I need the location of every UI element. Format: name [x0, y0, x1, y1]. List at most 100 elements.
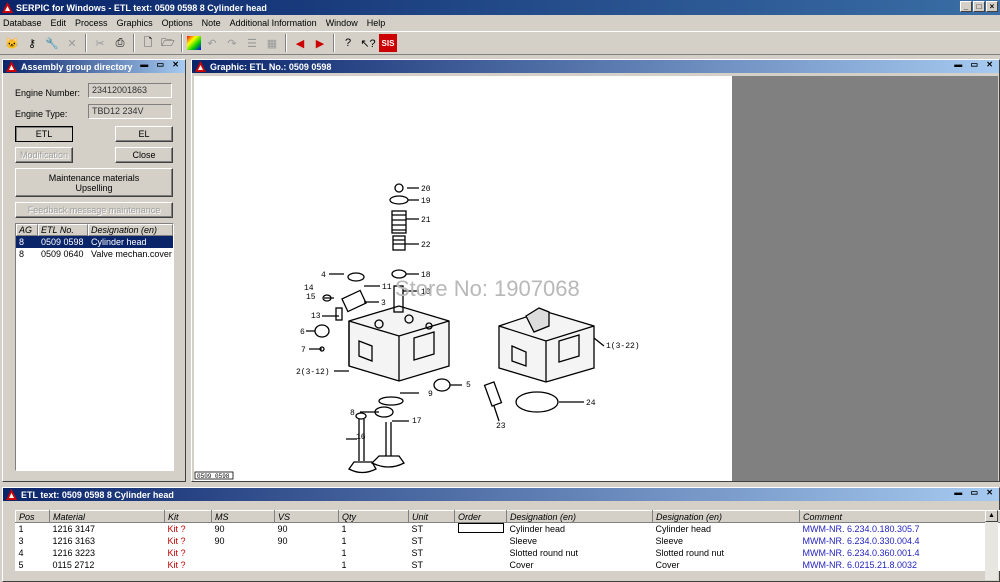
menu-process[interactable]: Process [75, 18, 108, 28]
th-designation-2[interactable]: Designation (en) [652, 510, 800, 523]
th-unit[interactable]: Unit [408, 510, 455, 523]
cell-kit[interactable]: Kit ? [165, 523, 212, 536]
callout-6[interactable]: 6 [300, 328, 305, 337]
arrow-right-icon[interactable]: ▶ [311, 34, 329, 52]
cell-vs: 90 [277, 536, 288, 546]
menu-additional-information[interactable]: Additional Information [230, 18, 317, 28]
printer-icon[interactable]: ⎙ [111, 34, 129, 52]
callout-14[interactable]: 14 [304, 284, 314, 293]
context-help-icon[interactable]: ↖? [359, 34, 377, 52]
th-ms[interactable]: MS [211, 510, 275, 523]
cell-order[interactable] [455, 523, 507, 536]
callout-9[interactable]: 9 [428, 390, 433, 399]
wrench-icon[interactable]: 🔧 [43, 34, 61, 52]
cell-order[interactable] [455, 559, 507, 571]
menu-help[interactable]: Help [367, 18, 386, 28]
callout-11[interactable]: 11 [382, 283, 392, 292]
list-item[interactable]: 8 0509 0640 Valve mechan.cover [16, 248, 173, 260]
close-panel-button[interactable]: Close [115, 147, 173, 163]
engine-type-field[interactable]: TBD12 234V [88, 104, 172, 119]
callout-8[interactable]: 8 [350, 409, 355, 418]
callout-23[interactable]: 23 [496, 422, 506, 431]
th-vs[interactable]: VS [274, 510, 339, 523]
th-designation-1[interactable]: Designation (en) [506, 510, 653, 523]
table-row[interactable]: 5 0115 2712 Kit ? 1 ST Cover Cover MWM-N… [16, 559, 1000, 571]
cell-material: 1216 3147 [52, 524, 96, 534]
assembly-group-list[interactable]: AG ETL No. Designation (en) 8 0509 0598 … [15, 223, 174, 471]
table-row[interactable]: 3 1216 3163 Kit ? 90 90 1 ST Sleeve Slee… [16, 535, 1000, 547]
el-button[interactable]: EL [115, 126, 173, 142]
menu-window[interactable]: Window [326, 18, 358, 28]
cell-kit[interactable]: Kit ? [165, 547, 212, 559]
order-input[interactable] [457, 523, 504, 533]
cell-order[interactable] [455, 535, 507, 547]
table-scrollbar[interactable]: ▲ [985, 510, 998, 580]
modification-button[interactable]: Modification [15, 147, 73, 163]
engine-number-field[interactable]: 23412001863 [88, 83, 172, 98]
maximize-button[interactable]: □ [973, 1, 985, 12]
panel-window-controls[interactable]: ▬ ▭ ✕ [140, 60, 182, 69]
feedback-message-button[interactable]: Feedback message maintenance [15, 202, 173, 218]
callout-17[interactable]: 17 [412, 417, 422, 426]
menu-database[interactable]: Database [3, 18, 42, 28]
grid-icon[interactable]: ▦ [263, 34, 281, 52]
etl-window-controls[interactable]: ▬ ▭ ✕ [954, 488, 996, 497]
table-row[interactable]: 4 1216 3223 Kit ? 1 ST Slotted round nut… [16, 547, 1000, 559]
undo-icon[interactable]: ↶ [203, 34, 221, 52]
scroll-up-icon[interactable]: ▲ [985, 510, 998, 522]
panel-logo-icon [6, 61, 17, 72]
th-order[interactable]: Order [454, 510, 507, 523]
key-icon[interactable]: ⚷ [23, 34, 41, 52]
callout-5[interactable]: 5 [466, 381, 471, 390]
list-item[interactable]: 8 0509 0598 Cylinder head [16, 236, 173, 248]
callout-19[interactable]: 19 [421, 197, 431, 206]
table-row[interactable]: 1 1216 3147 Kit ? 90 90 1 ST Cylinder he… [16, 523, 1000, 536]
menu-note[interactable]: Note [202, 18, 221, 28]
callout-16[interactable]: 16 [356, 433, 366, 442]
rainbow-icon[interactable] [187, 36, 201, 50]
th-pos[interactable]: Pos [15, 510, 50, 523]
col-header-designation[interactable]: Designation (en) [88, 224, 173, 236]
callout-1[interactable]: 1(3-22) [606, 342, 640, 351]
th-comment[interactable]: Comment [799, 510, 1000, 523]
callout-15[interactable]: 15 [306, 293, 316, 302]
maintenance-line1: Maintenance materials [48, 172, 140, 183]
callout-7[interactable]: 7 [301, 346, 306, 355]
menu-options[interactable]: Options [162, 18, 193, 28]
list-icon[interactable]: ☰ [243, 34, 261, 52]
parts-table[interactable]: Pos Material Kit MS VS Qty Unit Order De… [15, 510, 1000, 571]
sis-icon[interactable]: SIS [379, 34, 397, 52]
callout-2[interactable]: 2(3-12) [296, 368, 330, 377]
callout-13[interactable]: 13 [311, 312, 321, 321]
redo-icon[interactable]: ↷ [223, 34, 241, 52]
scissors-icon[interactable]: ✂ [91, 34, 109, 52]
graphic-window-controls[interactable]: ▬ ▭ ✕ [954, 60, 996, 69]
open-folder-icon[interactable]: 🗁 [159, 34, 177, 52]
arrow-left-icon[interactable]: ◀ [291, 34, 309, 52]
th-qty[interactable]: Qty [338, 510, 409, 523]
callout-4[interactable]: 4 [321, 271, 326, 280]
cat-icon[interactable]: 🐱 [3, 34, 21, 52]
close-x-icon[interactable]: ✕ [63, 34, 81, 52]
col-header-etl-no[interactable]: ETL No. [38, 224, 88, 236]
th-material[interactable]: Material [49, 510, 165, 523]
cell-kit[interactable]: Kit ? [165, 559, 212, 571]
callout-3[interactable]: 3 [381, 299, 386, 308]
col-header-ag[interactable]: AG [16, 224, 38, 236]
etl-button[interactable]: ETL [15, 126, 73, 142]
new-document-icon[interactable]: 🗋 [139, 34, 157, 52]
minimize-button[interactable]: _ [960, 1, 972, 12]
menu-graphics[interactable]: Graphics [117, 18, 153, 28]
cell-kit[interactable]: Kit ? [165, 535, 212, 547]
close-button[interactable]: × [986, 1, 998, 12]
panel-title-bar: Assembly group directory ▬ ▭ ✕ [3, 60, 185, 73]
menu-edit[interactable]: Edit [51, 18, 67, 28]
callout-20[interactable]: 20 [421, 185, 431, 194]
callout-22[interactable]: 22 [421, 241, 431, 250]
help-icon[interactable]: ? [339, 34, 357, 52]
cell-order[interactable] [455, 547, 507, 559]
callout-21[interactable]: 21 [421, 216, 431, 225]
th-kit[interactable]: Kit [164, 510, 212, 523]
maintenance-materials-button[interactable]: Maintenance materials Upselling [15, 168, 173, 197]
callout-24[interactable]: 24 [586, 399, 596, 408]
